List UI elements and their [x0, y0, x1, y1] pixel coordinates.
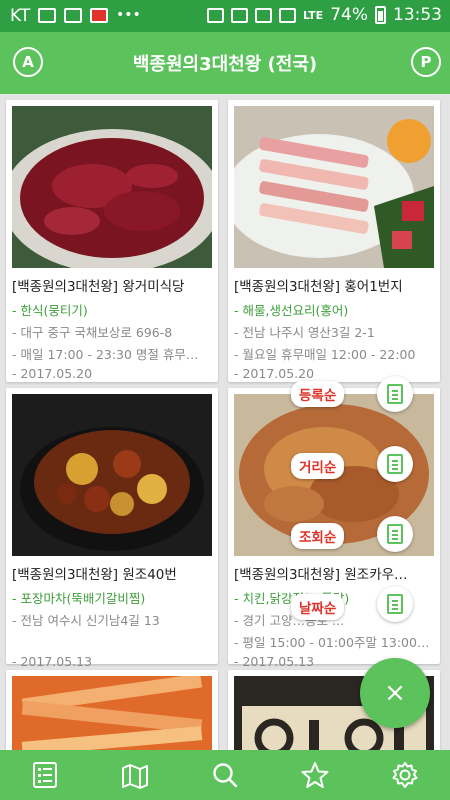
- lte-indicator: LTE: [302, 8, 324, 22]
- sort-registered-label[interactable]: 등록순: [291, 381, 345, 407]
- close-notification-icon: [38, 8, 56, 23]
- restaurant-photo: [12, 106, 212, 268]
- notification-icons: •••: [38, 8, 141, 23]
- system-icons: LTE 74% 13:53: [206, 5, 442, 25]
- sort-views-label[interactable]: 조회순: [291, 523, 345, 549]
- list-icon: [387, 524, 403, 544]
- restaurant-category: - 해물,생선요리(홍어): [234, 303, 349, 318]
- nav-favorites[interactable]: [270, 750, 360, 800]
- cast-icon: [206, 7, 224, 23]
- battery-icon: [375, 6, 386, 24]
- restaurant-date: - 2017.05.20: [12, 366, 93, 381]
- restaurant-name: [백종원의3대천왕] 원조카우…: [234, 567, 408, 583]
- list-icon: [387, 594, 403, 614]
- restaurant-card[interactable]: [백종원의3대천왕] 원조40번 - 포장마차(뚝배기갈비찜) - 전남 여수시…: [6, 388, 218, 669]
- restaurant-date: - 2017.05.13: [12, 654, 93, 669]
- sort-date-label[interactable]: 날짜순: [291, 594, 345, 620]
- nav-settings[interactable]: [360, 750, 450, 800]
- sort-views-button[interactable]: [377, 516, 413, 552]
- restaurant-hours: - 평일 15:00 - 01:00주말 13:00…: [234, 635, 430, 650]
- list-icon: [387, 384, 403, 404]
- page-title: 백종원의3대천왕 (전국): [132, 54, 318, 75]
- restaurant-card[interactable]: [백종원의3대천왕] 왕거미식당 - 한식(뭉티기) - 대구 중구 국채보상로…: [6, 100, 218, 382]
- restaurant-category: - 포장마차(뚝배기갈비찜): [12, 591, 146, 606]
- status-bar: KT ••• LTE 74% 13:53: [0, 0, 450, 32]
- clock: 13:53: [393, 5, 442, 25]
- more-notifications-icon: •••: [116, 7, 141, 23]
- mute-icon: [230, 7, 248, 23]
- restaurant-grid: [백종원의3대천왕] 왕거미식당 - 한식(뭉티기) - 대구 중구 국채보상로…: [0, 94, 450, 750]
- restaurant-name: [백종원의3대천왕] 왕거미식당: [12, 279, 185, 295]
- bottom-navigation: [0, 750, 450, 800]
- restaurant-hours: - 월요일 휴무매일 12:00 - 22:00: [234, 347, 416, 362]
- map-icon: [122, 764, 148, 789]
- sort-registered-button[interactable]: [377, 376, 413, 412]
- restaurant-name: [백종원의3대천왕] 홍어1번지: [234, 279, 403, 295]
- restaurant-card[interactable]: [백종원의3대천왕] 홍어1번지 - 해물,생선요리(홍어) - 전남 나주시 …: [228, 100, 440, 382]
- battery-percent: 74%: [330, 5, 368, 25]
- list-icon: [33, 762, 57, 788]
- restaurant-photo: [12, 394, 212, 556]
- sort-distance-button[interactable]: [377, 446, 413, 482]
- search-icon: [213, 763, 238, 788]
- restaurant-category: - 한식(뭉티기): [12, 303, 88, 318]
- restaurant-address: - 전남 여수시 신기남4길 13: [12, 613, 160, 628]
- restaurant-hours: - 매일 17:00 - 23:30 명절 휴무…: [12, 347, 199, 362]
- carrier-label: KT: [10, 6, 31, 26]
- restaurant-card[interactable]: [6, 670, 218, 750]
- restaurant-photo: [12, 676, 212, 750]
- nav-map[interactable]: [90, 750, 180, 800]
- restaurant-name: [백종원의3대천왕] 원조40번: [12, 567, 177, 583]
- restaurant-photo: [234, 106, 434, 268]
- alarm-icon: [254, 7, 272, 23]
- p-button[interactable]: P: [411, 47, 441, 77]
- nav-search[interactable]: [180, 750, 270, 800]
- nav-list[interactable]: [0, 750, 90, 800]
- restaurant-address: - 전남 나주시 영산3길 2-1: [234, 325, 375, 340]
- hd-icon: [278, 7, 296, 23]
- image-notification-icon: [64, 8, 82, 23]
- sort-distance-label[interactable]: 거리순: [291, 453, 345, 479]
- settings-icon: [392, 762, 418, 788]
- sort-date-button[interactable]: [377, 586, 413, 622]
- restaurant-address: - 대구 중구 국채보상로 696-8: [12, 325, 173, 340]
- close-fab-button[interactable]: ×: [360, 658, 430, 728]
- app-bar: A 백종원의3대천왕 (전국) P: [0, 32, 450, 94]
- app-notification-icon: [90, 8, 108, 23]
- star-icon: [301, 762, 329, 788]
- list-icon: [387, 454, 403, 474]
